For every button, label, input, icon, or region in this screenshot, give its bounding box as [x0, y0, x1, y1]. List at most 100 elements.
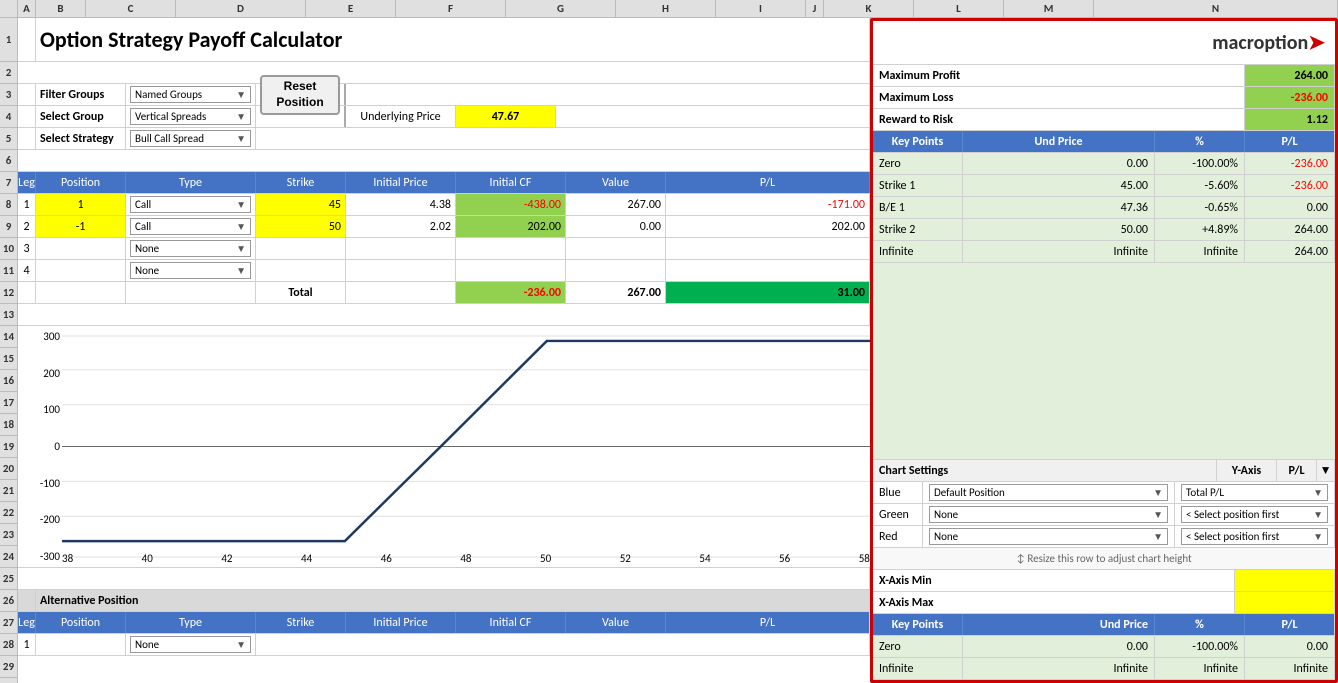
- leg4-initial-cf: [456, 260, 566, 281]
- alt-leg-row-1: 1 None ▼: [18, 634, 870, 656]
- x-label-54: 54: [699, 552, 710, 565]
- x-axis-min-value[interactable]: [1235, 570, 1335, 591]
- leg1-type-dropdown[interactable]: Call ▼: [130, 196, 251, 213]
- kp-strike1-pct: -5.60%: [1155, 175, 1245, 196]
- cs-green-yaxis-dropdown[interactable]: < Select position first ▼: [1181, 506, 1328, 523]
- alt-leg1-position: [36, 634, 126, 655]
- cs-blue-yaxis-dropdown[interactable]: Total P/L ▼: [1181, 484, 1328, 501]
- reset-position-cell: Reset Position: [256, 84, 346, 105]
- dropdown-arrow-leg1: ▼: [236, 198, 246, 211]
- col-header-d: D: [176, 0, 306, 17]
- header-initial-cf: Initial CF: [456, 172, 566, 193]
- kp-row-infinite: Infinite Infinite Infinite 264.00: [873, 241, 1335, 263]
- cs-green-dropdown[interactable]: None ▼: [929, 506, 1168, 523]
- cs-red-yaxis-dropdown[interactable]: < Select position first ▼: [1181, 528, 1328, 545]
- leg2-initial-price: 2.02: [346, 216, 456, 237]
- leg4-type-dropdown[interactable]: None ▼: [130, 262, 251, 279]
- select-strategy-value: Bull Call Spread ▼: [126, 128, 256, 149]
- column-headers: A B C D E F G H I J K L M N: [0, 0, 1338, 18]
- leg2-type-dropdown[interactable]: Call ▼: [130, 218, 251, 235]
- empty-row-6: [18, 150, 870, 171]
- leg4-initial-price: [346, 260, 456, 281]
- leg4-num: 4: [18, 260, 36, 281]
- title-row: Option Strategy Payoff Calculator: [18, 18, 870, 62]
- leg-row-2: 2 -1 Call ▼ 50 2.02 202.00 0.00 202.00: [18, 216, 870, 238]
- kp-strike1-pl: -236.00: [1245, 175, 1335, 196]
- row-num-25: 25: [0, 568, 17, 590]
- row-5-rest: [256, 128, 870, 149]
- col-header-a: A: [18, 0, 36, 17]
- bottom-kp-header: Key Points Und Price % P/L: [873, 614, 1335, 636]
- leg3-type-dropdown[interactable]: None ▼: [130, 240, 251, 257]
- spreadsheet: A B C D E F G H I J K L M N 1 2 3 4 5 6 …: [0, 0, 1338, 683]
- alt-leg1-type-dropdown[interactable]: None ▼: [130, 636, 251, 653]
- header-type: Type: [126, 172, 256, 193]
- row-3-rest: [346, 84, 870, 105]
- x-axis-max-value[interactable]: [1235, 592, 1335, 613]
- underlying-label-cell: Underlying Price: [346, 106, 456, 127]
- filter-groups-label: Filter Groups: [36, 84, 126, 105]
- max-loss-row: Maximum Loss -236.00: [873, 87, 1335, 109]
- bkp-row-zero: Zero 0.00 -100.00% 0.00: [873, 636, 1335, 658]
- select-group-dropdown[interactable]: Vertical Spreads ▼: [130, 108, 251, 125]
- kp-strike2-pct: +4.89%: [1155, 219, 1245, 240]
- underlying-price-cell[interactable]: 47.67: [456, 106, 556, 127]
- leg1-strike[interactable]: 45: [256, 194, 346, 215]
- row-num-12: 12: [0, 282, 17, 304]
- cs-red-yaxis: < Select position first ▼: [1175, 526, 1335, 547]
- kp-be1-pct: -0.65%: [1155, 197, 1245, 218]
- alt-header-value: Value: [566, 612, 666, 633]
- y-label-100: 100: [20, 403, 60, 416]
- leg1-value: 267.00: [566, 194, 666, 215]
- row-num-22: 22: [0, 502, 17, 524]
- col-header-row: [0, 0, 18, 17]
- alt-header-strike: Strike: [256, 612, 346, 633]
- leg4-strike: [256, 260, 346, 281]
- row-4: Select Group Vertical Spreads ▼ Underlyi…: [18, 106, 870, 128]
- kp-filler: [873, 263, 1335, 460]
- chart-container: 300 200 100 0 -100 -200 -300: [18, 326, 870, 568]
- totals-ip: [346, 282, 456, 303]
- empty-row-2: [18, 62, 870, 83]
- alt-headers-row: Leg Position Type Strike Initial Price I…: [18, 612, 870, 634]
- x-label-42: 42: [221, 552, 232, 565]
- leg1-position[interactable]: 1: [36, 194, 126, 215]
- alt-position-header: Alternative Position: [18, 590, 870, 612]
- select-group-value: Vertical Spreads ▼: [126, 106, 256, 127]
- leg2-position[interactable]: -1: [36, 216, 126, 237]
- bkp-zero-und: 0.00: [963, 636, 1155, 657]
- x-label-40: 40: [142, 552, 153, 565]
- cs-red-dropdown[interactable]: None ▼: [929, 528, 1168, 545]
- row-3: Filter Groups Named Groups ▼ Reset Posit…: [18, 84, 870, 106]
- kp-be1-pl: 0.00: [1245, 197, 1335, 218]
- dropdown-arrow-group: ▼: [236, 110, 246, 123]
- kp-row-zero: Zero 0.00 -100.00% -236.00: [873, 153, 1335, 175]
- cs-green-position: None ▼: [923, 504, 1175, 525]
- cs-green-yaxis: < Select position first ▼: [1175, 504, 1335, 525]
- alt-header-icf: Initial CF: [456, 612, 566, 633]
- reward-risk-row: Reward to Risk 1.12: [873, 109, 1335, 131]
- totals-pl: 31.00: [666, 282, 870, 303]
- chart-settings-header: Chart Settings Y-Axis P/L ▼: [873, 460, 1335, 482]
- x-label-52: 52: [620, 552, 631, 565]
- col-header-i: I: [716, 0, 806, 17]
- kp-row-be1: B/E 1 47.36 -0.65% 0.00: [873, 197, 1335, 219]
- leg3-pl: [666, 238, 870, 259]
- x-label-46: 46: [381, 552, 392, 565]
- x-label-44: 44: [301, 552, 312, 565]
- macroption-logo: macroption ➤: [1212, 30, 1325, 55]
- kp-infinite-pl: 264.00: [1245, 241, 1335, 262]
- totals-pos: [36, 282, 126, 303]
- filter-groups-dropdown[interactable]: Named Groups ▼: [130, 86, 251, 103]
- leg2-strike[interactable]: 50: [256, 216, 346, 237]
- cs-red-label: Red: [873, 526, 923, 547]
- col-header-e: E: [306, 0, 396, 17]
- row-num-29: 29: [0, 656, 17, 678]
- right-panel: macroption ➤ Maximum Profit 264.00 Maxim…: [870, 18, 1338, 683]
- row-num-13: 13: [0, 304, 17, 326]
- select-strategy-dropdown[interactable]: Bull Call Spread ▼: [130, 130, 251, 147]
- header-value: Value: [566, 172, 666, 193]
- cs-blue-dropdown[interactable]: Default Position ▼: [929, 484, 1168, 501]
- header-position: Position: [36, 172, 126, 193]
- row-num-1: 1: [0, 18, 17, 62]
